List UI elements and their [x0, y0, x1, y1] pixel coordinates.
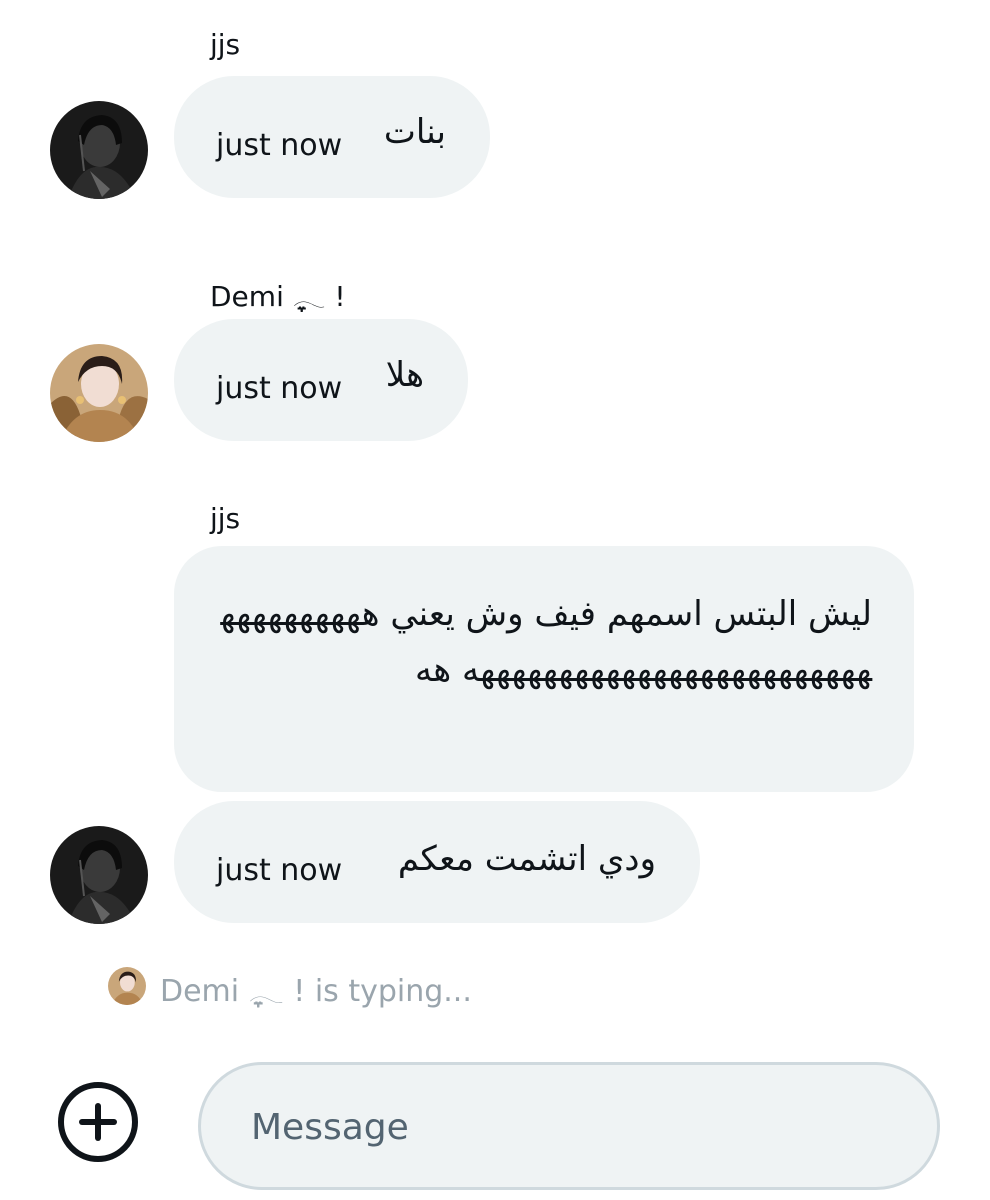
sender-name: jjs — [210, 502, 241, 535]
sender-name: jjs — [210, 28, 241, 61]
message-text: هلا — [385, 355, 424, 395]
plus-circle-icon — [58, 1082, 138, 1162]
message-timestamp: just now — [216, 853, 343, 888]
message-bubble[interactable]: just now بنات — [174, 76, 490, 198]
message-composer[interactable] — [198, 1062, 940, 1190]
chat-thread: jjs just now بنات Demi ִֶָ𓂃 ! just now ه… — [0, 0, 990, 1200]
avatar-jjs[interactable] — [50, 826, 148, 924]
add-attachment-button[interactable] — [56, 1080, 140, 1164]
message-timestamp: just now — [216, 371, 343, 406]
avatar-demi[interactable] — [50, 344, 148, 442]
avatar-jjs[interactable] — [50, 101, 148, 199]
message-bubble[interactable]: just now ودي اتشمت معكم — [174, 801, 700, 923]
sender-name: Demi ִֶָ𓂃 ! — [210, 280, 346, 313]
message-input[interactable] — [249, 1065, 893, 1189]
typing-avatar — [108, 967, 146, 1005]
message-text: ودي اتشمت معكم — [397, 839, 656, 879]
typing-indicator: Demi ִֶָ𓂃 ! is typing... — [108, 966, 472, 1009]
message-bubble[interactable]: ليش البتس اسمهم فيف وش يعني هههههههههههه… — [174, 546, 914, 792]
message-timestamp: just now — [216, 128, 343, 163]
typing-text: Demi ִֶָ𓂃 ! is typing... — [160, 974, 472, 1009]
message-bubble[interactable]: just now هلا — [174, 319, 468, 441]
message-text: ليش البتس اسمهم فيف وش يعني هههههههههههه… — [220, 594, 872, 690]
message-text: بنات — [383, 112, 446, 152]
